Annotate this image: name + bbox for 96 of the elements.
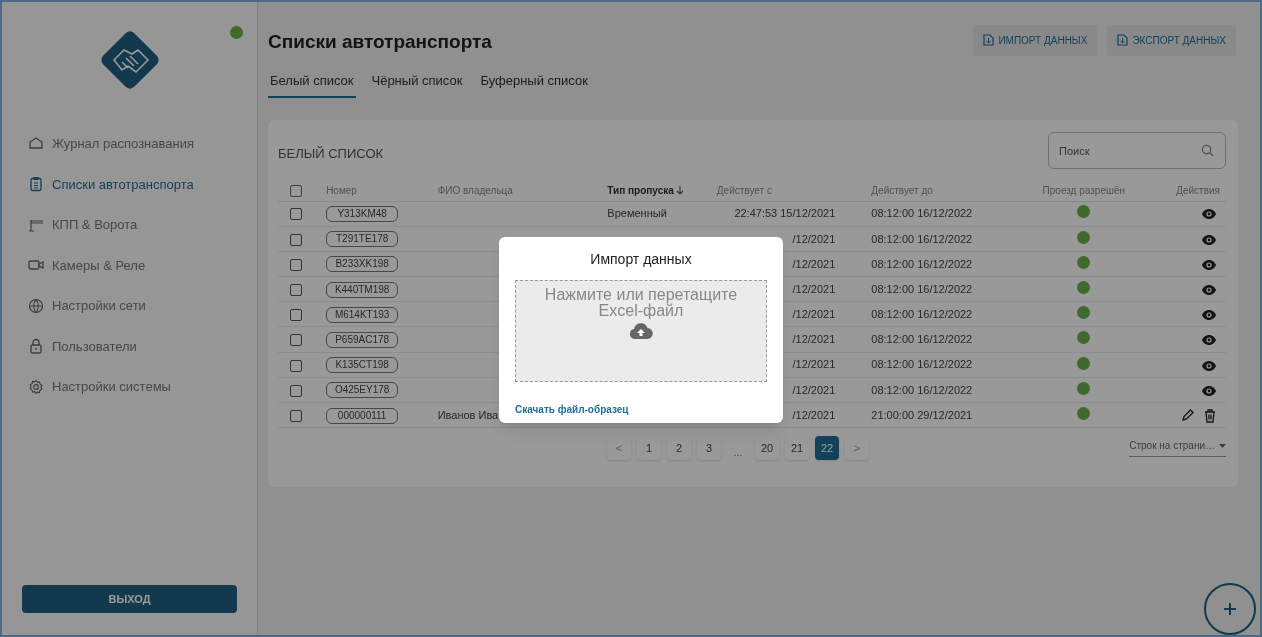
column-header[interactable]: Номер — [326, 182, 357, 198]
pencil-icon[interactable] — [1181, 409, 1194, 423]
checkbox[interactable] — [290, 359, 303, 372]
file-icon — [1117, 34, 1129, 47]
table-cell: 22:47:53 15/12/2021 — [734, 207, 836, 220]
table-cell: 08:12:00 16/12/2022 — [871, 282, 973, 295]
column-header[interactable]: Тип пропуска — [607, 182, 684, 198]
cloud-upload-icon — [629, 323, 653, 339]
eye-icon[interactable] — [1202, 385, 1216, 396]
plate-number: T291TE178 — [326, 231, 399, 248]
table-cell: /12/2021 — [792, 333, 836, 346]
plus-icon — [1223, 602, 1237, 616]
download-sample-link[interactable]: Скачать файл-образец — [515, 402, 629, 417]
plate-number: 000000111 — [326, 407, 399, 424]
checkbox[interactable] — [290, 184, 303, 197]
sidebar-item[interactable]: Настройки системы — [28, 377, 171, 397]
sidebar-item[interactable]: Пользователи — [28, 336, 137, 356]
table-cell: Иванов Ива — [437, 408, 499, 421]
plate-number: K135CT198 — [326, 357, 399, 374]
sort-arrow-icon — [675, 185, 684, 195]
plate-number: P659AC178 — [326, 332, 399, 349]
clipboard-icon — [28, 176, 44, 193]
eye-icon[interactable] — [1202, 234, 1216, 245]
plate-number: O425EY178 — [326, 382, 399, 399]
card-title: БЕЛЫЙ СПИСОК — [278, 144, 384, 163]
table-cell: 08:12:00 16/12/2022 — [871, 257, 973, 270]
checkbox[interactable] — [290, 284, 303, 296]
table-cell: /12/2021 — [792, 257, 836, 270]
table-cell: /12/2021 — [792, 232, 836, 245]
search-field[interactable]: Поиск — [1048, 132, 1226, 169]
checkbox[interactable] — [290, 409, 303, 422]
sidebar-item[interactable]: Камеры & Реле — [28, 255, 146, 275]
import-button[interactable]: ИМПОРТ ДАННЫХ — [973, 24, 1098, 56]
checkbox[interactable] — [290, 334, 303, 347]
checkbox[interactable] — [290, 258, 303, 271]
column-header[interactable]: Проезд разрешён — [1042, 182, 1126, 198]
page-title: Списки автотранспорта — [268, 30, 492, 54]
table-cell: /12/2021 — [792, 383, 836, 396]
column-header[interactable]: Действует до — [871, 182, 933, 198]
globe-icon — [28, 297, 44, 314]
sidebar-item[interactable]: КПП & Ворота — [28, 215, 138, 235]
house-icon — [28, 135, 44, 152]
table-cell: 08:12:00 16/12/2022 — [871, 308, 973, 321]
checkbox[interactable] — [290, 208, 303, 221]
table-cell: 08:12:00 16/12/2022 — [871, 232, 973, 245]
plate-number: K440TM198 — [326, 281, 399, 298]
sidebar-item[interactable]: Списки автотранспорта — [28, 174, 194, 194]
checkbox[interactable] — [290, 384, 303, 397]
caret-icon — [1219, 443, 1226, 448]
page-button[interactable]: 22 — [815, 436, 839, 461]
export-button[interactable]: ЭКСПОРТ ДАННЫХ — [1107, 24, 1236, 56]
logout-button[interactable]: ВЫХОД — [22, 585, 237, 613]
table-cell: /12/2021 — [792, 408, 836, 421]
sidebar-item[interactable]: Журнал распознавания — [28, 134, 194, 154]
add-button[interactable] — [1204, 583, 1256, 635]
search-icon — [1201, 144, 1214, 157]
plate-number: Y313KM48 — [326, 206, 399, 223]
plate-number: B233XK198 — [326, 256, 399, 273]
page-button[interactable]: 3 — [697, 436, 721, 461]
column-header[interactable]: ФИО владельца — [437, 182, 513, 198]
page-button[interactable]: 20 — [755, 436, 779, 461]
table-cell: 08:12:00 16/12/2022 — [871, 358, 973, 371]
page-button[interactable]: 2 — [667, 436, 691, 461]
eye-icon[interactable] — [1202, 310, 1216, 321]
tab[interactable]: Белый список — [268, 70, 356, 98]
table-cell: /12/2021 — [792, 282, 836, 295]
eye-icon[interactable] — [1202, 259, 1216, 270]
rows-per-page-dropdown[interactable]: Строк на страни… — [1129, 438, 1226, 458]
checkbox[interactable] — [290, 309, 303, 322]
sidebar-item[interactable]: Настройки сети — [28, 296, 146, 316]
table-cell: Временный — [607, 207, 667, 220]
tab[interactable]: Чёрный список — [369, 70, 465, 98]
file-icon — [983, 34, 995, 47]
table-cell: 08:12:00 16/12/2022 — [871, 333, 973, 346]
page-button[interactable]: 21 — [785, 436, 809, 461]
tab[interactable]: Буферный список — [478, 70, 590, 98]
eye-icon[interactable] — [1202, 209, 1216, 220]
table-cell: /12/2021 — [792, 308, 836, 321]
column-header[interactable]: Действия — [1176, 182, 1220, 198]
checkbox[interactable] — [290, 233, 303, 246]
eye-icon[interactable] — [1202, 360, 1216, 371]
trash-icon[interactable] — [1204, 408, 1216, 423]
table-cell: /12/2021 — [792, 358, 836, 371]
settings-icon — [28, 378, 44, 395]
table-cell: 08:12:00 16/12/2022 — [871, 383, 973, 396]
eye-icon[interactable] — [1202, 335, 1216, 346]
file-dropzone[interactable]: Нажмите или перетащите Excel-файл — [515, 280, 767, 382]
eye-icon[interactable] — [1202, 285, 1216, 295]
dialog-title: Импорт данных — [589, 250, 693, 269]
table-cell: 08:12:00 16/12/2022 — [871, 207, 973, 220]
page-button[interactable]: 1 — [637, 436, 661, 461]
table-cell: 21:00:00 29/12/2021 — [871, 408, 973, 421]
column-header[interactable]: Действует с — [716, 182, 772, 198]
pagination-ellipsis: ... — [732, 444, 744, 460]
plate-number: M614KT193 — [326, 306, 399, 323]
lock-icon — [28, 338, 44, 355]
